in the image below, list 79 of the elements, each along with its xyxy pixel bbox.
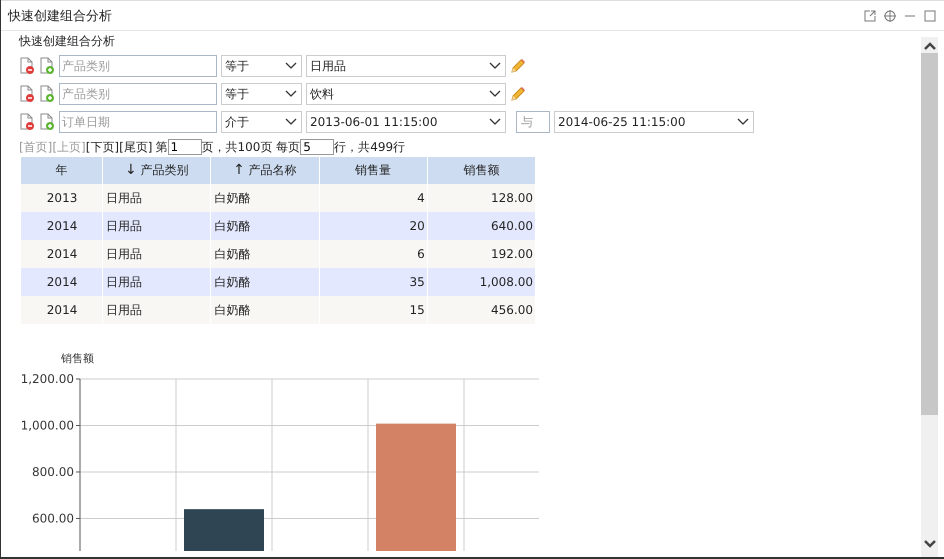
column-header[interactable]: ↑ 产品名称: [211, 157, 319, 184]
chevron-down-icon: [489, 90, 501, 98]
pager-text: 行，共499行: [334, 138, 406, 156]
table-cell: 20: [320, 212, 427, 240]
table-cell: 白奶酪: [211, 212, 319, 240]
table-cell: 456.00: [428, 296, 535, 324]
maximize-icon[interactable]: [924, 10, 936, 22]
pager-text: 第: [156, 138, 168, 156]
axis-title: 销售额: [61, 352, 94, 365]
column-header[interactable]: ↓ 产品类别: [103, 157, 210, 184]
remove-document-icon[interactable]: [19, 57, 35, 75]
add-document-icon[interactable]: [39, 113, 55, 131]
crosshair-icon[interactable]: [884, 10, 896, 22]
chevron-down-icon: [285, 90, 297, 98]
chevron-down-icon: [285, 62, 297, 70]
operator-select[interactable]: 等于: [221, 83, 302, 105]
scroll-thumb[interactable]: [921, 53, 938, 415]
value-select[interactable]: 日用品: [306, 55, 506, 77]
operator-select[interactable]: 介于: [221, 111, 302, 133]
pager-link[interactable]: [尾页]: [119, 138, 152, 156]
pager-text: 页，共100页 每页: [202, 138, 300, 156]
sort-arrow: ↓: [124, 162, 137, 178]
tick-label: 600.00: [32, 511, 74, 526]
table-cell: 日用品: [103, 296, 210, 324]
value-select[interactable]: 2013-06-01 11:15:00: [306, 111, 506, 133]
scroll-up-icon[interactable]: [924, 41, 936, 51]
table-cell: 白奶酪: [211, 184, 319, 212]
window-title: 快速创建组合分析: [8, 8, 113, 24]
table-cell: 2014: [21, 240, 102, 268]
table-cell: 4: [320, 184, 427, 212]
column-header[interactable]: 销售额: [428, 157, 535, 184]
sort-arrow: ↑: [233, 162, 245, 178]
table-cell: 白奶酪: [211, 296, 319, 324]
value-select[interactable]: 饮料: [306, 83, 506, 105]
add-document-icon[interactable]: [39, 85, 55, 103]
column-header[interactable]: 销售量: [320, 157, 427, 184]
chevron-down-icon: [489, 118, 501, 126]
table-cell: 白奶酪: [211, 240, 319, 268]
chevron-down-icon: [285, 118, 297, 126]
table-cell: 35: [320, 268, 427, 296]
table-cell: 15: [320, 296, 427, 324]
scrollbar[interactable]: [921, 37, 938, 557]
table-cell: 日用品: [103, 268, 210, 296]
table-cell: 192.00: [428, 240, 535, 268]
add-document-icon[interactable]: [39, 57, 55, 75]
table-cell: 2014: [21, 296, 102, 324]
column-header[interactable]: 年: [21, 157, 102, 184]
per-page-input[interactable]: 5: [300, 139, 334, 155]
table-cell: 2014: [21, 212, 102, 240]
table-cell: 日用品: [103, 240, 210, 268]
table-cell: 日用品: [103, 212, 210, 240]
field-input[interactable]: 产品类别: [59, 83, 217, 105]
field-input[interactable]: 产品类别: [59, 55, 217, 77]
remove-document-icon[interactable]: [19, 85, 35, 103]
table-cell: 128.00: [428, 184, 535, 212]
value-select[interactable]: 2014-06-25 11:15:00: [554, 111, 754, 133]
table-cell: 2014: [21, 268, 102, 296]
panel-title: 快速创建组合分析: [19, 33, 116, 50]
table-cell: 白奶酪: [211, 268, 319, 296]
table-cell: 1,008.00: [428, 268, 535, 296]
pencil-icon[interactable]: [510, 58, 526, 74]
tick-label: 1,000.00: [20, 418, 74, 432]
popout-icon[interactable]: [864, 10, 876, 22]
field-input[interactable]: 订单日期: [59, 111, 217, 133]
table-cell: 6: [320, 240, 427, 268]
table-cell: 640.00: [428, 212, 535, 240]
remove-document-icon[interactable]: [19, 113, 35, 131]
chevron-down-icon: [489, 62, 501, 70]
pencil-icon[interactable]: [510, 86, 526, 102]
table-cell: 日用品: [103, 184, 210, 212]
chevron-down-icon: [737, 118, 749, 126]
pager-link[interactable]: [下页]: [86, 138, 120, 156]
tick-label: 800.00: [32, 464, 74, 479]
scroll-down-icon[interactable]: [924, 539, 936, 549]
page-input[interactable]: 1: [168, 139, 202, 155]
table-cell: 2013: [21, 184, 102, 212]
operator-select[interactable]: 等于: [221, 55, 302, 77]
tick-label: 1,200.00: [20, 372, 74, 386]
joiner-field[interactable]: 与: [516, 111, 550, 133]
